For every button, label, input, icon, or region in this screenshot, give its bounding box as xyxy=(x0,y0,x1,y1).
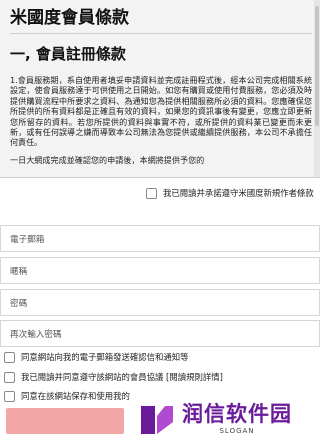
watermark-text: 润信软件园 SLOGAN xyxy=(182,402,292,436)
protocol-label-text: 我已閱讀并同意遵守該網站的會員協議 xyxy=(21,372,164,382)
email-placeholder: 電子郵箱 xyxy=(10,234,45,245)
cookie-checkbox[interactable] xyxy=(4,390,15,402)
watermark-slogan: SLOGAN xyxy=(219,426,255,435)
agree-terms-label: 我已閱讀并承諾遵守米國度新規作者條款 xyxy=(163,188,314,198)
terms-paragraph-continued: 一日大網成完成並確認您的申請後，本網將提供予您的 xyxy=(10,154,205,165)
cookie-option-row[interactable]: 同意在該網站保存和使用我的 xyxy=(4,389,130,403)
agree-terms-checkbox[interactable] xyxy=(146,187,157,199)
agree-terms-row[interactable]: 我已閱讀并承諾遵守米國度新規作者條款 xyxy=(146,185,314,201)
password-placeholder: 密碼 xyxy=(10,298,28,309)
terms-scrollbar[interactable] xyxy=(314,0,320,177)
cookie-label: 同意在該網站保存和使用我的 xyxy=(21,391,130,401)
password-field[interactable]: 密碼 xyxy=(0,289,320,316)
notify-option-row[interactable]: 同意網站向我的電子郵箱發送確認信和通知等 xyxy=(4,350,189,364)
notify-label: 同意網站向我的電子郵箱發送確認信和通知等 xyxy=(21,352,189,362)
confirm-password-placeholder: 再次輸入密碼 xyxy=(10,329,62,340)
email-field[interactable]: 電子郵箱 xyxy=(0,225,320,252)
protocol-checkbox[interactable] xyxy=(4,371,15,383)
terms-section-title: 一, 會員註冊條款 xyxy=(10,45,126,63)
protocol-option-row[interactable]: 我已閱讀并同意遵守該網站的會員協議 [閱讀規則詳情] xyxy=(4,370,223,384)
watermark: 润信软件园 SLOGAN xyxy=(138,397,304,440)
protocol-label: 我已閱讀并同意遵守該網站的會員協議 [閱讀規則詳情] xyxy=(21,371,223,383)
watermark-logo-icon xyxy=(141,405,173,434)
terms-scrollbar-thumb[interactable] xyxy=(315,6,319,126)
nickname-field[interactable]: 暱稱 xyxy=(0,257,320,284)
nickname-placeholder: 暱稱 xyxy=(10,266,28,277)
terms-panel[interactable]: 米國度會員條款 一, 會員註冊條款 1.會員服務期，系自使用者填妥申請資料並完成… xyxy=(0,0,320,178)
terms-title: 米國度會員條款 xyxy=(10,8,129,28)
terms-divider xyxy=(10,33,312,34)
watermark-title: 润信软件园 xyxy=(182,401,292,426)
notify-checkbox[interactable] xyxy=(4,351,15,363)
terms-paragraph: 1.會員服務期，系自使用者填妥申請資料並完成註冊程式後，經本公司完成相關系統設定… xyxy=(10,75,312,148)
submit-button[interactable] xyxy=(6,408,124,434)
confirm-password-field[interactable]: 再次輸入密碼 xyxy=(0,320,320,347)
protocol-rules-link[interactable]: [閱讀規則詳情] xyxy=(166,372,223,382)
